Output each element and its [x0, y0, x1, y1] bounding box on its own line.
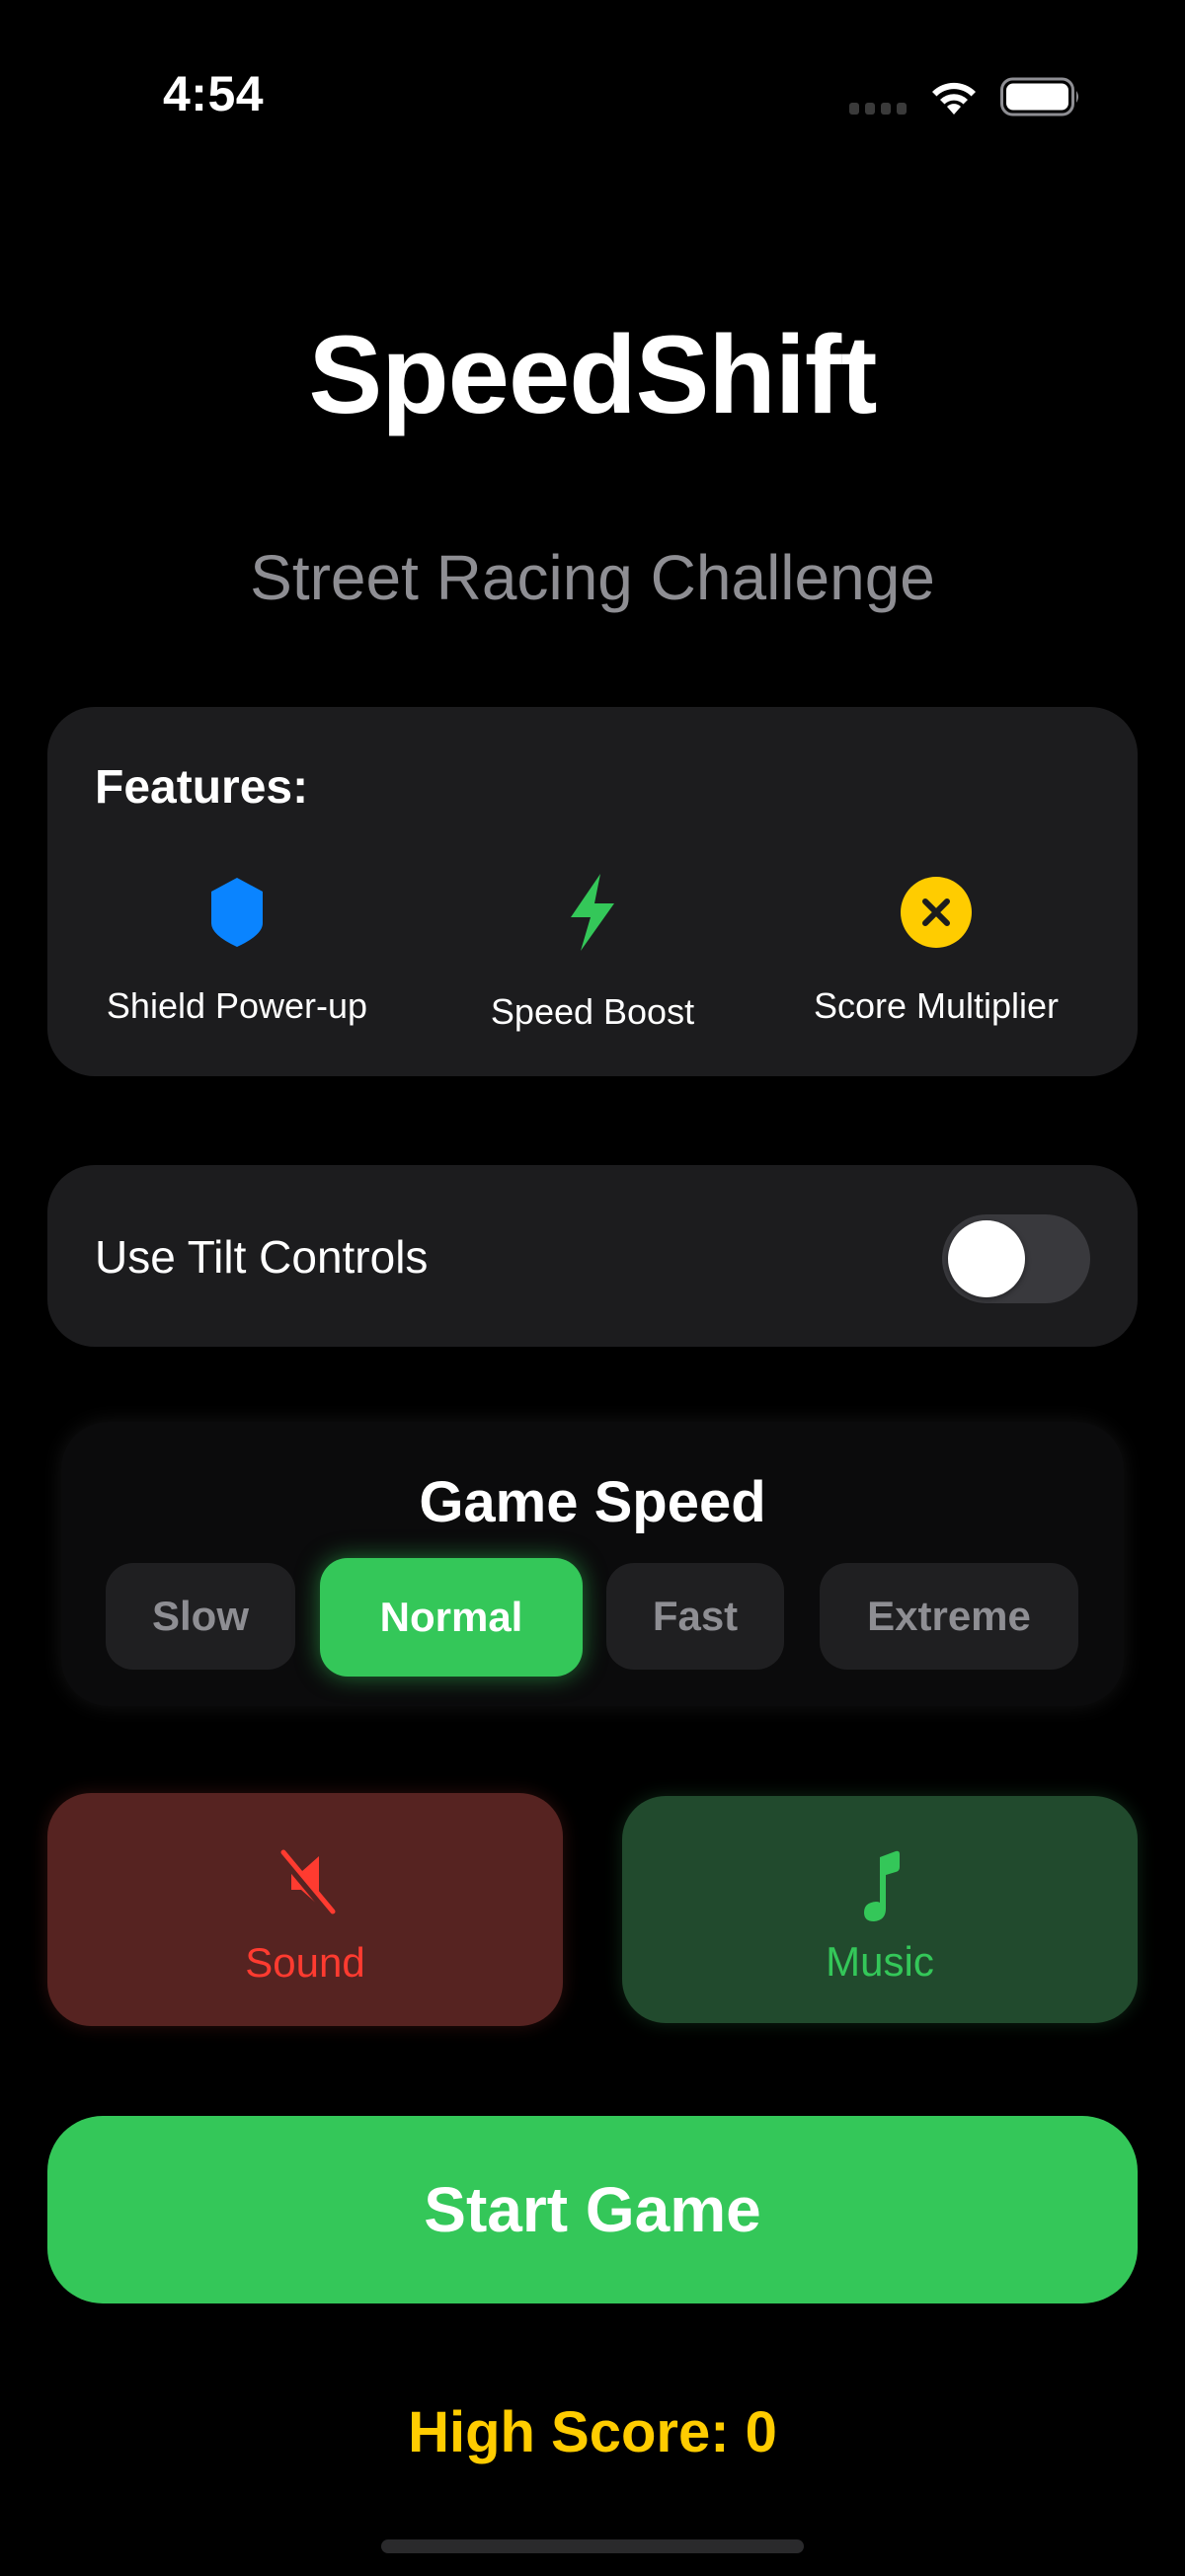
wifi-icon — [932, 82, 976, 115]
feature-label: Speed Boost — [490, 991, 695, 1032]
battery-icon — [1000, 77, 1078, 117]
speed-option-normal[interactable]: Normal — [320, 1558, 583, 1677]
features-card: Features: Shield Power-up Speed Boost Sc… — [47, 707, 1138, 1076]
music-toggle-button[interactable]: Music — [622, 1796, 1138, 2023]
features-title: Features: — [95, 761, 309, 814]
bolt-icon — [571, 874, 614, 951]
high-score: High Score: 0 — [408, 2400, 777, 2464]
status-time: 4:54 — [163, 66, 265, 121]
status-bar: 4:54 — [0, 0, 1185, 188]
cellular-signal-icon — [849, 103, 907, 115]
speed-option-fast[interactable]: Fast — [606, 1563, 784, 1670]
xmark-circle-icon — [901, 877, 972, 948]
music-label: Music — [826, 1938, 934, 1985]
game-speed-panel: Game Speed Slow Normal Fast Extreme — [61, 1422, 1124, 1706]
speaker-muted-icon — [277, 1849, 336, 1917]
game-speed-title: Game Speed — [419, 1470, 766, 1534]
feature-shield-power-up: Shield Power-up — [69, 873, 405, 1027]
sound-label: Sound — [245, 1939, 365, 1986]
shield-icon — [211, 878, 263, 947]
home-indicator[interactable] — [381, 2539, 804, 2553]
toggle-knob — [948, 1220, 1025, 1297]
music-note-icon — [864, 1850, 900, 1921]
feature-label: Score Multiplier — [813, 985, 1060, 1026]
tilt-controls-row: Use Tilt Controls — [47, 1165, 1138, 1347]
tilt-controls-toggle[interactable] — [942, 1214, 1090, 1303]
start-game-button[interactable]: Start Game — [47, 2116, 1138, 2303]
app-title: SpeedShift — [308, 313, 878, 436]
feature-label: Shield Power-up — [106, 985, 368, 1026]
speed-option-slow[interactable]: Slow — [106, 1563, 295, 1670]
speed-option-extreme[interactable]: Extreme — [820, 1563, 1078, 1670]
app-subtitle: Street Racing Challenge — [250, 542, 935, 613]
feature-score-multiplier: Score Multiplier — [768, 873, 1104, 1027]
feature-speed-boost: Speed Boost — [425, 873, 760, 1033]
tilt-controls-label: Use Tilt Controls — [95, 1231, 429, 1283]
sound-toggle-button[interactable]: Sound — [47, 1793, 563, 2026]
